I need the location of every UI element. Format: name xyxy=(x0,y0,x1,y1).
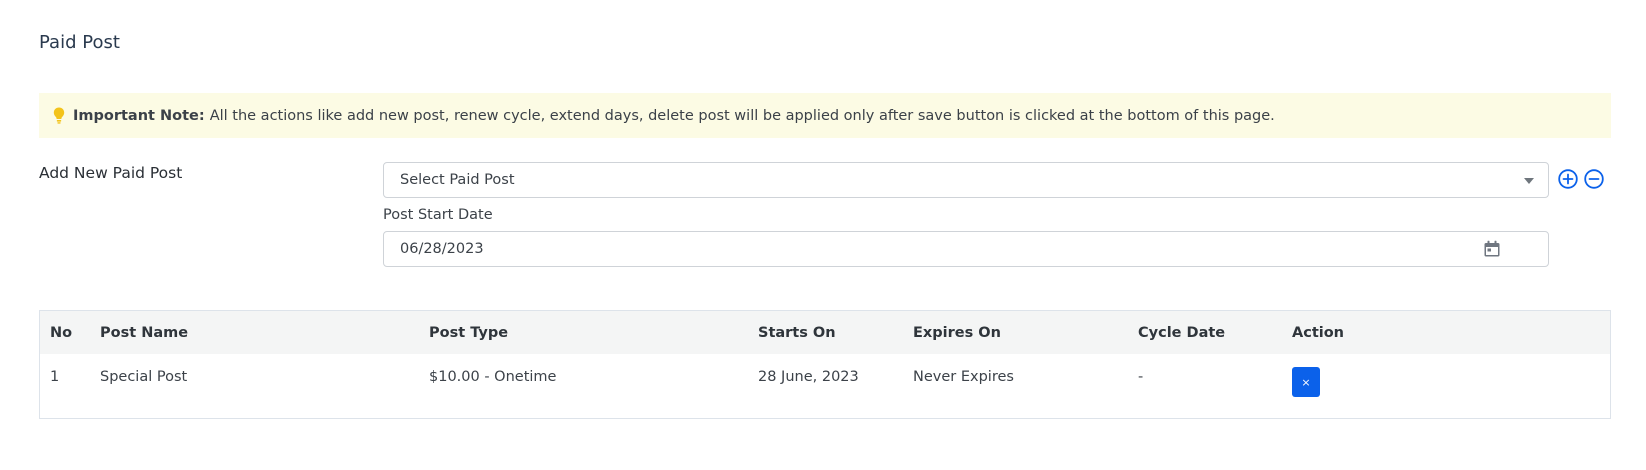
page-title: Paid Post xyxy=(39,32,120,53)
row-no: 1 xyxy=(50,369,60,385)
col-header-action: Action xyxy=(1292,325,1345,341)
col-header-post-type: Post Type xyxy=(429,325,509,341)
note-label: Important Note: xyxy=(73,107,205,124)
col-header-no: No xyxy=(50,325,73,341)
row-post-type: $10.00 - Onetime xyxy=(429,369,557,385)
add-post-button[interactable] xyxy=(1558,169,1578,189)
table-header: No Post Name Post Type Starts On Expires… xyxy=(40,311,1610,354)
important-note-banner: Important Note: All the actions like add… xyxy=(39,93,1611,138)
plus-circle-icon xyxy=(1558,169,1578,189)
close-icon: × xyxy=(1301,375,1311,389)
col-header-starts-on: Starts On xyxy=(758,325,836,341)
col-header-post-name: Post Name xyxy=(100,325,189,341)
post-start-date-label: Post Start Date xyxy=(383,207,493,223)
lightbulb-icon xyxy=(53,107,65,125)
paid-post-select[interactable]: Select Paid Post xyxy=(383,162,1549,198)
post-start-date-input[interactable]: 06/28/2023 xyxy=(383,231,1549,267)
paid-posts-table: No Post Name Post Type Starts On Expires… xyxy=(39,310,1611,419)
note-text: All the actions like add new post, renew… xyxy=(209,107,1275,124)
row-starts-on: 28 June, 2023 xyxy=(758,369,859,385)
row-expires-on: Never Expires xyxy=(913,369,1014,385)
add-paid-post-label: Add New Paid Post xyxy=(39,164,183,182)
col-header-expires-on: Expires On xyxy=(913,325,1001,341)
paid-post-select-value: Select Paid Post xyxy=(400,172,515,188)
col-header-cycle-date: Cycle Date xyxy=(1138,325,1226,341)
row-post-name: Special Post xyxy=(100,369,188,385)
calendar-icon[interactable] xyxy=(1483,240,1501,258)
row-cycle-date: - xyxy=(1138,369,1144,385)
remove-post-button[interactable] xyxy=(1584,169,1604,189)
caret-down-icon xyxy=(1524,178,1534,184)
minus-circle-icon xyxy=(1584,169,1604,189)
delete-post-button[interactable]: × xyxy=(1292,367,1320,397)
post-start-date-value: 06/28/2023 xyxy=(400,241,484,257)
